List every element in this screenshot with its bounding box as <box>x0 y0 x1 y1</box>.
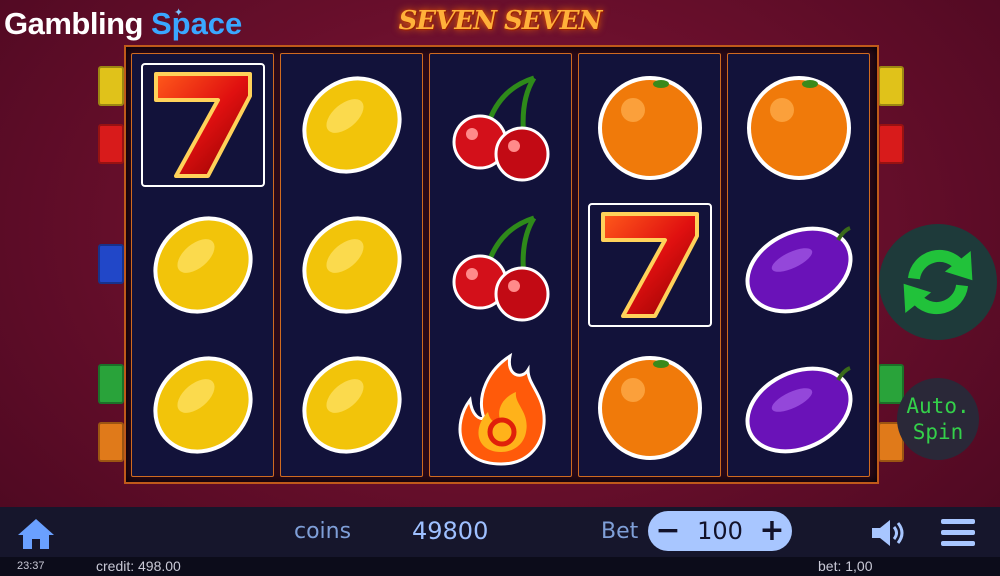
payline-marker <box>98 364 124 404</box>
lemon-symbol <box>281 335 422 475</box>
lemon-icon <box>152 356 253 454</box>
plum-icon <box>744 226 853 314</box>
coins-value: 49800 <box>412 517 489 545</box>
spin-arrows-icon <box>903 249 973 315</box>
brand-part1: Gambling <box>4 6 143 41</box>
orange-symbol <box>579 335 720 475</box>
menu-icon <box>941 519 975 546</box>
bet-label: Bet <box>601 519 639 544</box>
clock: 23:37 <box>17 560 45 572</box>
bet-decrease-button[interactable]: − <box>648 512 688 550</box>
coins-label: coins <box>294 519 352 544</box>
lemon-icon <box>301 216 402 314</box>
lemon-icon <box>152 216 253 314</box>
seven-icon <box>587 203 712 327</box>
bet-value: 100 <box>697 517 743 545</box>
lemon-symbol <box>132 335 273 475</box>
lemon-icon <box>301 356 402 454</box>
lemon-symbol <box>281 55 422 195</box>
payline-marker <box>98 422 124 462</box>
orange-symbol <box>579 55 720 195</box>
reel-3 <box>429 53 572 477</box>
reel-4 <box>578 53 721 477</box>
fire-symbol <box>430 335 571 475</box>
reel-2 <box>280 53 423 477</box>
lemon-symbol <box>132 195 273 335</box>
game-title: SEVEN SEVEN <box>398 6 603 36</box>
bet-stepper: − 100 + <box>648 511 792 551</box>
orange-symbol <box>728 55 869 195</box>
payline-marker <box>878 66 904 106</box>
home-icon <box>18 519 54 549</box>
gambling-space-logo: Gambling Space ✦ <box>4 4 242 44</box>
speaker-icon <box>872 520 904 546</box>
payline-marker <box>98 124 124 164</box>
orange-icon <box>597 76 702 180</box>
plum-icon <box>744 366 853 454</box>
reel-1 <box>131 53 274 477</box>
spin-button[interactable] <box>879 224 997 340</box>
auto-spin-button[interactable]: Auto. Spin <box>897 378 979 460</box>
bottom-bar: coins 49800 Bet − 100 + <box>0 507 1000 557</box>
auto-spin-label-1: Auto. <box>906 394 970 418</box>
credit-display: credit: 498.00 <box>96 558 181 574</box>
cherry-icon <box>452 215 549 322</box>
reels-frame <box>124 45 879 484</box>
payline-marker <box>878 124 904 164</box>
bet-display: bet: 1,00 <box>818 558 873 574</box>
fire-icon <box>458 352 546 466</box>
menu-button[interactable] <box>940 517 976 553</box>
sparkle-icon: ✦ <box>174 6 184 19</box>
orange-icon <box>597 356 702 460</box>
plum-symbol <box>728 195 869 335</box>
lemon-icon <box>301 76 402 174</box>
cherry-symbol <box>430 195 571 335</box>
seven-symbol <box>132 55 273 195</box>
home-button[interactable] <box>16 517 56 555</box>
seven-icon <box>140 63 265 187</box>
payline-marker <box>98 244 124 284</box>
status-bar: 23:37 credit: 498.00 bet: 1,00 <box>0 557 1000 576</box>
payline-marker <box>878 364 904 404</box>
cherry-icon <box>452 75 549 182</box>
cherry-symbol <box>430 55 571 195</box>
lemon-symbol <box>281 195 422 335</box>
payline-marker <box>98 66 124 106</box>
reel-5 <box>727 53 870 477</box>
orange-icon <box>746 76 851 180</box>
brand-part2: Space <box>150 6 243 41</box>
bet-increase-button[interactable]: + <box>752 512 792 550</box>
seven-symbol <box>579 195 720 335</box>
plum-symbol <box>728 335 869 475</box>
sound-button[interactable] <box>868 517 908 553</box>
auto-spin-label-2: Spin <box>912 420 964 444</box>
